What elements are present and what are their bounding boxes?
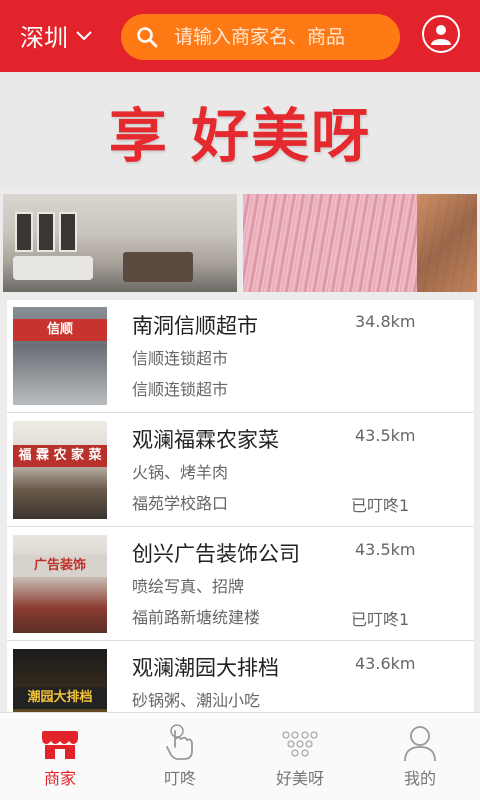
merchant-name: 创兴广告装饰公司 (132, 542, 300, 566)
merchant-thumbnail: 广告装饰 (13, 535, 107, 633)
search-placeholder: 请输入商家名、商品 (174, 26, 346, 48)
merchant-row[interactable]: 广告装饰 创兴广告装饰公司 43.5km 喷绘写真、招牌 福前路新塘统建楼 已叮… (7, 528, 474, 641)
wall-frame (15, 212, 33, 252)
nav-tab-haomeiya[interactable]: 好美呀 (240, 713, 360, 800)
promo-banner[interactable]: 享 好美呀 (0, 72, 480, 190)
merchant-dingdong-count: 已叮咚1 (351, 496, 410, 515)
nav-label: 叮咚 (163, 769, 196, 788)
merchant-thumbnail: 福 霖 农 家 菜 (13, 421, 107, 519)
merchant-name: 南洞信顺超市 (132, 314, 258, 338)
nav-label: 我的 (403, 769, 436, 788)
city-selector[interactable]: 深圳 (20, 18, 94, 52)
merchant-thumbnail: 潮园大排档 (13, 649, 107, 712)
merchant-distance: 34.8km (355, 312, 416, 331)
nav-label: 好美呀 (275, 769, 324, 788)
wood-shape (417, 194, 477, 292)
thumbnail-sign: 潮园大排档 (13, 687, 107, 709)
tap-hand-icon (166, 724, 193, 760)
merchant-row[interactable]: 信顺 南洞信顺超市 34.8km 信顺连锁超市 信顺连锁超市 (7, 300, 474, 413)
nav-tab-mine[interactable]: 我的 (360, 713, 480, 800)
wall-frame (37, 212, 55, 252)
merchant-address: 信顺连锁超市 (132, 380, 229, 399)
merchant-distance: 43.6km (355, 654, 416, 673)
thumbnail-sign: 福 霖 农 家 菜 (13, 445, 107, 467)
merchant-thumbnail: 信顺 (13, 307, 107, 405)
person-icon (404, 726, 436, 762)
merchant-row[interactable]: 福 霖 农 家 菜 观澜福霖农家菜 43.5km 火锅、烤羊肉 福苑学校路口 已… (7, 414, 474, 527)
merchant-tags: 火锅、烤羊肉 (132, 463, 229, 482)
merchant-dingdong-count: 已叮咚1 (351, 610, 410, 629)
shop-icon (42, 731, 78, 759)
merchant-distance: 43.5km (355, 426, 416, 445)
merchant-address: 福前路新塘统建楼 (132, 608, 261, 627)
merchant-distance: 43.5km (355, 540, 416, 559)
banner-title: 享 好美呀 (108, 102, 372, 170)
wall-frame (59, 212, 77, 252)
thumbnail-sign: 信顺 (13, 319, 107, 341)
merchant-tags: 砂锅粥、潮汕小吃 (132, 691, 261, 710)
user-icon (431, 25, 451, 45)
merchant-name: 观澜潮园大排档 (132, 656, 279, 680)
sofa-shape (13, 256, 93, 280)
table-shape (123, 252, 193, 282)
merchant-row[interactable]: 潮园大排档 观澜潮园大排档 43.6km 砂锅粥、潮汕小吃 (7, 642, 474, 712)
bead-necklace-photo[interactable] (243, 194, 477, 292)
living-room-photo[interactable] (3, 194, 237, 292)
user-profile-button[interactable] (422, 15, 460, 53)
nav-label: 商家 (43, 769, 76, 788)
bottom-navigation: 商家 叮咚 好美呀 我的 (0, 712, 480, 800)
merchant-name: 观澜福霖农家菜 (132, 428, 279, 452)
dots-grid-icon (282, 731, 318, 757)
merchant-list[interactable]: 信顺 南洞信顺超市 34.8km 信顺连锁超市 信顺连锁超市 福 霖 农 家 菜… (7, 300, 474, 712)
nav-tab-merchants[interactable]: 商家 (0, 713, 120, 800)
chevron-down-icon (76, 31, 92, 41)
merchant-address: 福苑学校路口 (132, 494, 229, 513)
city-label: 深圳 (20, 23, 68, 52)
top-bar: 深圳 请输入商家名、商品 (0, 0, 480, 72)
search-icon (137, 27, 158, 48)
search-bar[interactable]: 请输入商家名、商品 (121, 14, 400, 60)
nav-tab-dingdong[interactable]: 叮咚 (120, 713, 240, 800)
thumbnail-sign: 广告装饰 (13, 555, 107, 577)
merchant-tags: 喷绘写真、招牌 (132, 577, 245, 596)
merchant-tags: 信顺连锁超市 (132, 349, 229, 368)
